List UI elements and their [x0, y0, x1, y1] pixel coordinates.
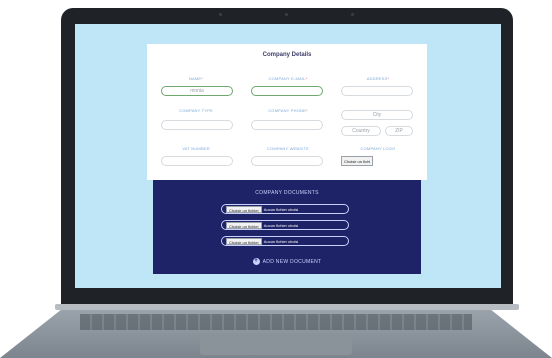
- zip-input[interactable]: ZIP: [385, 126, 413, 136]
- document-upload-row[interactable]: Choisir un fichier Aucun fichier choisi: [221, 204, 349, 214]
- choose-file-button[interactable]: Choisir un fichier: [226, 221, 262, 229]
- file-status: Aucun fichier choisi: [263, 222, 299, 228]
- name-input[interactable]: monia: [161, 86, 233, 96]
- company-website-input[interactable]: [251, 156, 323, 166]
- company-details-form: Company Details NAME* monia COMPANY E-MA…: [147, 44, 427, 180]
- company-website-label: COMPANY WEBSITE: [267, 146, 309, 151]
- company-email-label: COMPANY E-MAIL*: [268, 76, 308, 81]
- name-label: NAME*: [188, 76, 204, 81]
- vat-number-label: VAT NUMBER: [182, 146, 210, 151]
- country-input[interactable]: Country: [341, 126, 381, 136]
- documents-title: COMPANY DOCUMENTS: [255, 190, 319, 196]
- choose-file-button[interactable]: Choisir un fichier: [226, 237, 262, 245]
- company-logo-upload-button[interactable]: Choisir un fichi: [341, 156, 374, 166]
- address-label: ADDRESS*: [366, 76, 390, 81]
- company-phone-input[interactable]: [251, 120, 323, 130]
- screen: Company Details NAME* monia COMPANY E-MA…: [75, 24, 501, 288]
- trackpad: [200, 333, 352, 355]
- camera-dot: [351, 13, 354, 16]
- laptop-hinge: [55, 304, 519, 310]
- camera-dot: [285, 13, 288, 16]
- company-documents-panel: COMPANY DOCUMENTS Choisir un fichier Auc…: [153, 180, 421, 274]
- file-status: Aucun fichier choisi: [263, 238, 299, 244]
- choose-file-button[interactable]: Choisir un fichier: [226, 205, 262, 213]
- add-new-document-label: ADD NEW DOCUMENT: [262, 258, 322, 265]
- form-title: Company Details: [262, 52, 312, 58]
- document-upload-row[interactable]: Choisir un fichier Aucun fichier choisi: [221, 236, 349, 246]
- document-upload-row[interactable]: Choisir un fichier Aucun fichier choisi: [221, 220, 349, 230]
- city-input[interactable]: City: [341, 110, 413, 120]
- company-phone-label: COMPANY PHONE*: [268, 108, 308, 113]
- company-type-input[interactable]: [161, 120, 233, 130]
- company-logo-label: COMPANY LOGO: [360, 146, 396, 151]
- camera-dot: [219, 13, 222, 16]
- plus-circle-icon: +: [252, 258, 260, 265]
- company-type-label: COMPANY TYPE: [179, 108, 213, 113]
- keyboard-keys: [80, 314, 472, 330]
- vat-number-input[interactable]: [161, 156, 233, 166]
- address-input[interactable]: [341, 86, 413, 96]
- add-new-document-button[interactable]: + ADD NEW DOCUMENT: [153, 258, 421, 265]
- company-email-input[interactable]: [251, 86, 323, 96]
- file-status: Aucun fichier choisi: [263, 206, 299, 212]
